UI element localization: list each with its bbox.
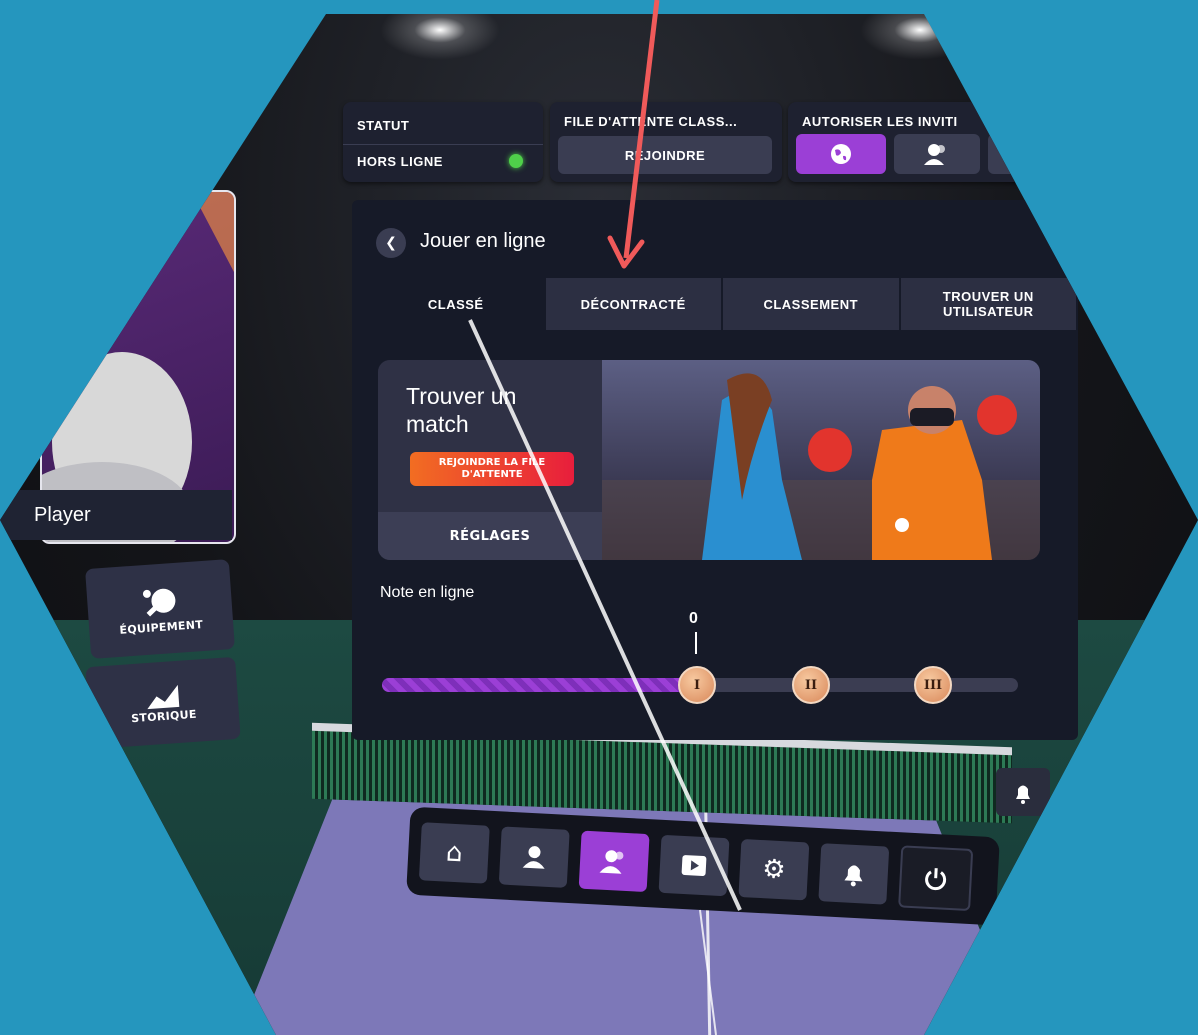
annotation-arrow-icon [607, 0, 660, 269]
